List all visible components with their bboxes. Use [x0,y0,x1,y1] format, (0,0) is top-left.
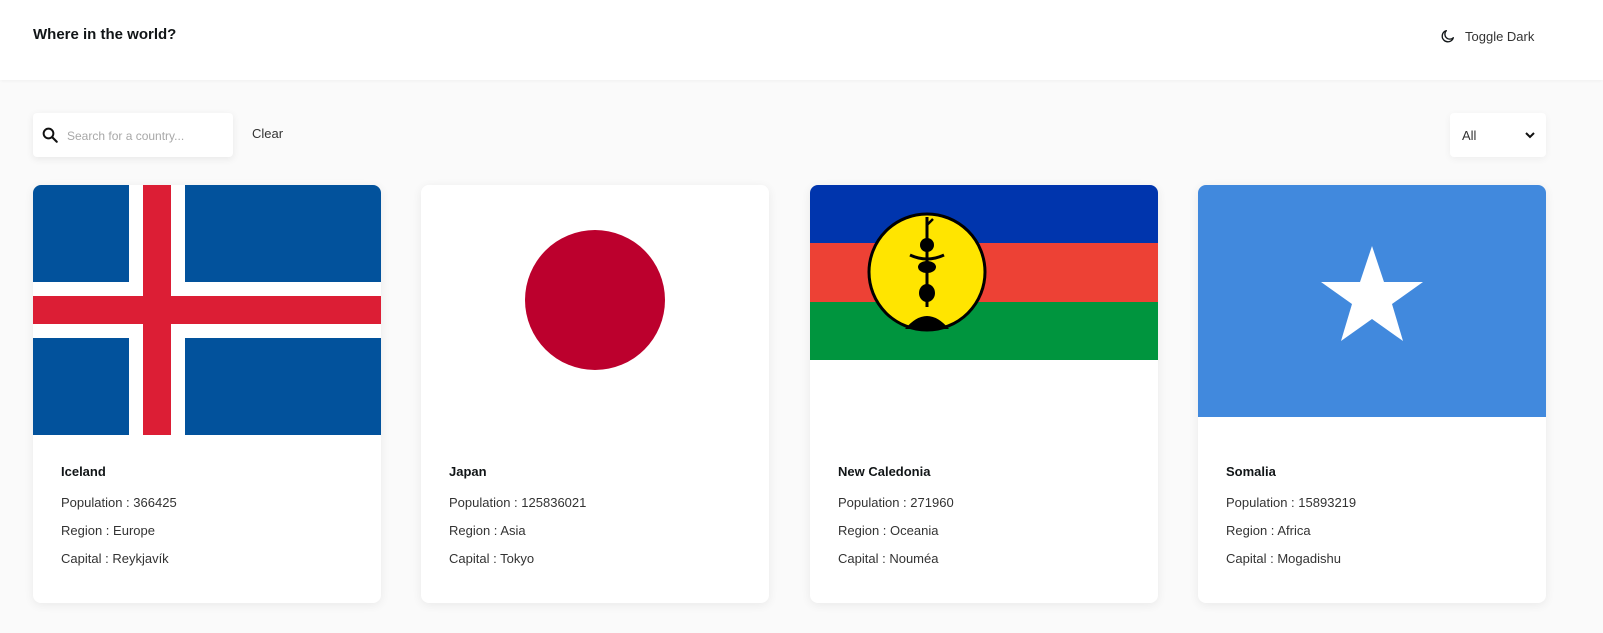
country-card-somalia[interactable]: Somalia Population : 15893219 Region : A… [1198,185,1546,603]
flag-somalia [1198,185,1546,417]
population-row: Population : 366425 [61,495,177,510]
capital-value: Tokyo [500,551,535,566]
region-value: Asia [500,523,526,538]
app-title: Where in the world? [33,26,177,43]
region-row: Region : Oceania [838,523,939,538]
region-value: Oceania [890,523,939,538]
region-row: Region : Europe [61,523,155,538]
capital-value: Reykjavík [112,551,169,566]
flag-iceland [33,185,381,435]
clear-button[interactable]: Clear [252,126,283,141]
capital-row: Capital : Tokyo [449,551,535,566]
search-icon [42,127,58,143]
country-card-new-caledonia[interactable]: New Caledonia Population : 271960 Region… [810,185,1158,603]
population-row: Population : 15893219 [1226,495,1357,510]
capital-row: Capital : Mogadishu [1226,551,1341,566]
population-value: 366425 [133,495,177,510]
moon-icon [1441,30,1454,43]
search-box [33,113,233,157]
country-card-iceland[interactable]: Iceland Population : 366425 Region : Eur… [33,185,381,603]
chevron-down-icon [1525,132,1535,139]
region-row: Region : Africa [1226,523,1311,538]
country-name: Japan [449,464,487,479]
region-filter-select[interactable]: All [1450,113,1546,157]
country-name: Somalia [1226,464,1276,479]
country-name: New Caledonia [838,464,931,479]
population-value: 125836021 [521,495,587,510]
region-filter-value: All [1462,127,1477,143]
toggle-dark-button[interactable]: Toggle Dark [1440,26,1534,46]
capital-value: Nouméa [889,551,939,566]
flag-new-caledonia [810,185,1158,360]
capital-value: Mogadishu [1277,551,1341,566]
population-row: Population : 271960 [838,495,954,510]
toggle-dark-label: Toggle Dark [1465,28,1535,44]
capital-row: Capital : Nouméa [838,551,939,566]
country-card-japan[interactable]: Japan Population : 125836021 Region : As… [421,185,769,603]
region-value: Africa [1277,523,1311,538]
flag-japan [421,185,769,435]
capital-row: Capital : Reykjavík [61,551,169,566]
top-bar: Where in the world? Toggle Dark [0,0,1603,80]
population-value: 15893219 [1298,495,1357,510]
population-row: Population : 125836021 [449,495,587,510]
search-input[interactable] [65,121,229,151]
country-name: Iceland [61,464,106,479]
population-value: 271960 [910,495,954,510]
region-value: Europe [113,523,155,538]
region-row: Region : Asia [449,523,526,538]
